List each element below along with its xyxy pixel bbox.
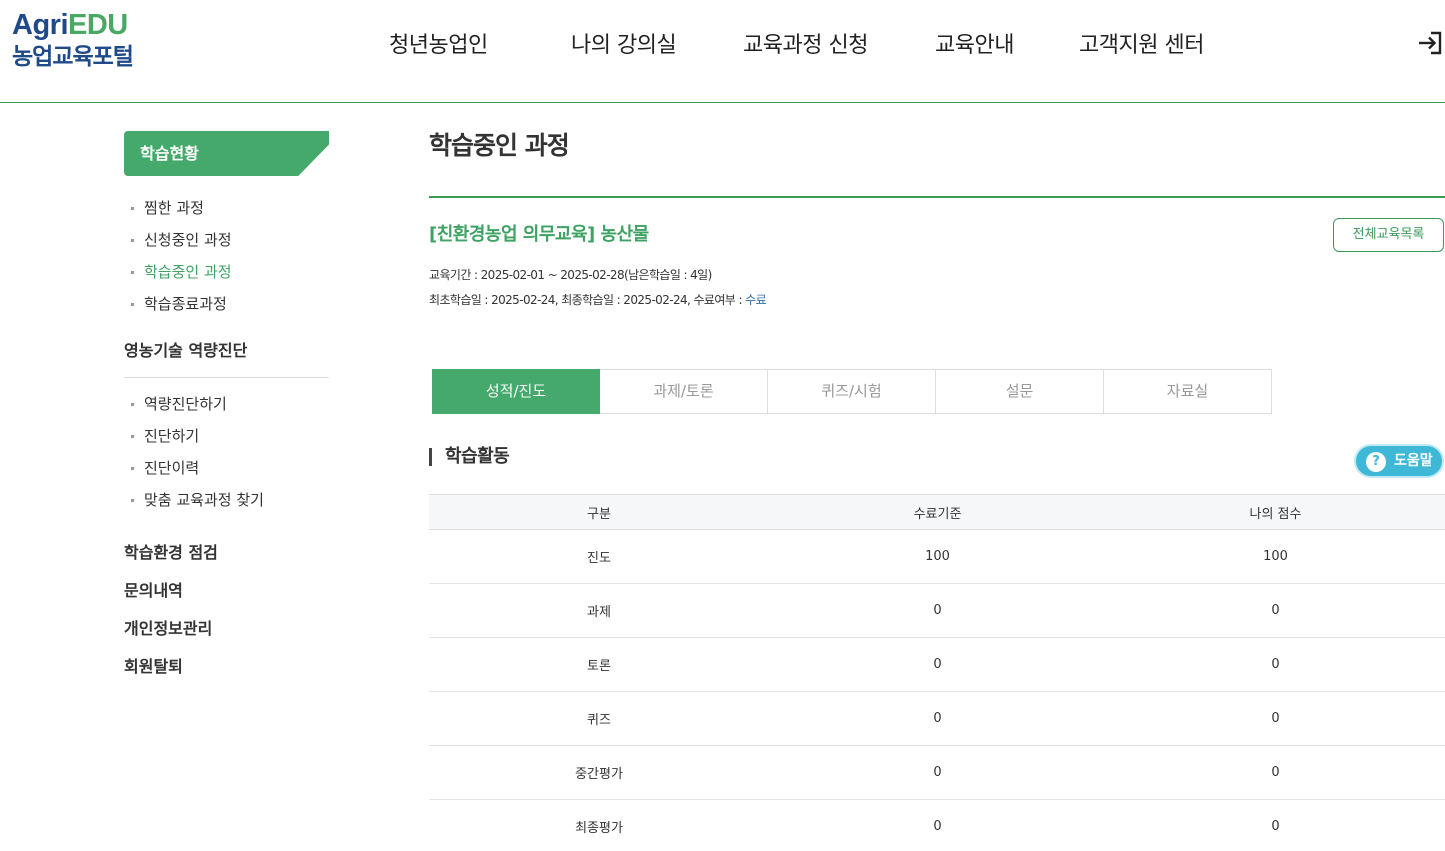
- cell-category: 중간평가: [429, 745, 769, 800]
- cell-my-score: 0: [1106, 637, 1445, 692]
- nav-young-farmer[interactable]: 청년농업인: [389, 28, 488, 64]
- cell-category: 과제: [429, 583, 769, 638]
- cell-criteria: 0: [769, 799, 1106, 851]
- sidebar-diagnosis-list: 역량진단하기 진단하기 진단이력 맞춤 교육과정 찾기: [124, 388, 329, 516]
- help-button[interactable]: ? 도움말: [1354, 444, 1444, 478]
- sidebar-item-finished[interactable]: 학습종료과정: [124, 288, 329, 320]
- sidebar-item-in-progress[interactable]: 학습중인 과정: [124, 256, 329, 288]
- sidebar-section-withdraw[interactable]: 회원탈퇴: [124, 648, 329, 686]
- sidebar-item-diagnosis-history[interactable]: 진단이력: [124, 452, 329, 484]
- sidebar-head-learning-status[interactable]: 학습현황: [124, 131, 329, 176]
- nav-course-apply[interactable]: 교육과정 신청: [743, 28, 868, 64]
- login-arrow-icon: [1419, 31, 1442, 55]
- sidebar-learning-list: 찜한 과정 신청중인 과정 학습중인 과정 학습종료과정: [124, 192, 329, 320]
- cell-criteria: 100: [769, 529, 1106, 584]
- question-icon: ?: [1366, 452, 1386, 472]
- sidebar-item-diagnose[interactable]: 진단하기: [124, 420, 329, 452]
- sidebar: 학습현황 찜한 과정 신청중인 과정 학습중인 과정 학습종료과정 영농기술 역…: [124, 131, 329, 686]
- column-header-my-score: 나의 점수: [1106, 494, 1445, 530]
- nav-customer-support[interactable]: 고객지원 센터: [1079, 28, 1204, 64]
- tab-quiz-exam[interactable]: 퀴즈/시험: [768, 369, 936, 414]
- course-tabs: 성적/진도 과제/토론 퀴즈/시험 설문 자료실: [432, 369, 1272, 414]
- score-table: 구분 수료기준 나의 점수 진도 100 100 과제 0 0 토론 0 0 퀴…: [429, 494, 1445, 851]
- cell-my-score: 0: [1106, 745, 1445, 800]
- logo-subtitle: 농업교육포털: [12, 44, 134, 70]
- tab-survey[interactable]: 설문: [936, 369, 1104, 414]
- cell-my-score: 0: [1106, 691, 1445, 746]
- tab-assignment-discussion[interactable]: 과제/토론: [600, 369, 768, 414]
- title-divider: [429, 196, 1445, 198]
- sidebar-item-find-course[interactable]: 맞춤 교육과정 찾기: [124, 484, 329, 516]
- column-header-category: 구분: [429, 494, 769, 530]
- table-row: 퀴즈 0 0: [429, 691, 1445, 746]
- nav-my-classroom[interactable]: 나의 강의실: [571, 28, 677, 64]
- table-row: 중간평가 0 0: [429, 745, 1445, 800]
- logo-wordmark: AgriEDU: [12, 8, 133, 42]
- table-row: 최종평가 0 0: [429, 799, 1445, 851]
- logo-edu: EDU: [68, 9, 128, 41]
- logo-agri: Agri: [12, 9, 69, 41]
- login-icon[interactable]: [1417, 30, 1443, 56]
- table-row: 진도 100 100: [429, 529, 1445, 584]
- cell-category: 토론: [429, 637, 769, 692]
- sidebar-item-diagnose-competency[interactable]: 역량진단하기: [124, 388, 329, 420]
- sidebar-section-personal-info[interactable]: 개인정보관리: [124, 610, 329, 648]
- cell-my-score: 0: [1106, 799, 1445, 851]
- main-content: 학습중인 과정 [친환경농업 의무교육] 농산물 전체교육목록 교육기간 : 2…: [429, 120, 1445, 851]
- sidebar-section-environment-check[interactable]: 학습환경 점검: [124, 534, 329, 572]
- course-period: 교육기간 : 2025-02-01 ~ 2025-02-28(남은학습일 : 4…: [429, 268, 712, 282]
- sidebar-section-diagnosis[interactable]: 영농기술 역량진단: [124, 332, 329, 378]
- course-dates: 최초학습일 : 2025-02-24, 최종학습일 : 2025-02-24, …: [429, 291, 767, 308]
- cell-criteria: 0: [769, 637, 1106, 692]
- cell-criteria: 0: [769, 691, 1106, 746]
- page-title: 학습중인 과정: [429, 131, 570, 160]
- sidebar-section-inquiries[interactable]: 문의내역: [124, 572, 329, 610]
- tab-grades-progress[interactable]: 성적/진도: [432, 369, 600, 414]
- cell-category: 퀴즈: [429, 691, 769, 746]
- cell-my-score: 0: [1106, 583, 1445, 638]
- cell-category: 최종평가: [429, 799, 769, 851]
- cell-my-score: 100: [1106, 529, 1445, 584]
- site-logo[interactable]: AgriEDU 농업교육포털: [12, 8, 134, 72]
- sidebar-item-wishlist[interactable]: 찜한 과정: [124, 192, 329, 224]
- table-header-row: 구분 수료기준 나의 점수: [429, 494, 1445, 530]
- cell-criteria: 0: [769, 745, 1106, 800]
- column-header-criteria: 수료기준: [769, 494, 1106, 530]
- all-courses-button[interactable]: 전체교육목록: [1333, 218, 1444, 252]
- section-title-learning-activity: 학습활동: [429, 445, 510, 469]
- table-row: 토론 0 0: [429, 637, 1445, 692]
- sidebar-item-applying[interactable]: 신청중인 과정: [124, 224, 329, 256]
- cell-criteria: 0: [769, 583, 1106, 638]
- completion-status: 수료: [745, 293, 767, 307]
- site-header: AgriEDU 농업교육포털 청년농업인 나의 강의실 교육과정 신청 교육안내…: [0, 0, 1445, 103]
- tab-resources[interactable]: 자료실: [1104, 369, 1272, 414]
- help-button-label: 도움말: [1394, 453, 1433, 469]
- nav-education-guide[interactable]: 교육안내: [935, 28, 1014, 64]
- course-title: [친환경농업 의무교육] 농산물: [429, 224, 649, 245]
- cell-category: 진도: [429, 529, 769, 584]
- table-row: 과제 0 0: [429, 583, 1445, 638]
- course-dates-text: 최초학습일 : 2025-02-24, 최종학습일 : 2025-02-24, …: [429, 293, 746, 307]
